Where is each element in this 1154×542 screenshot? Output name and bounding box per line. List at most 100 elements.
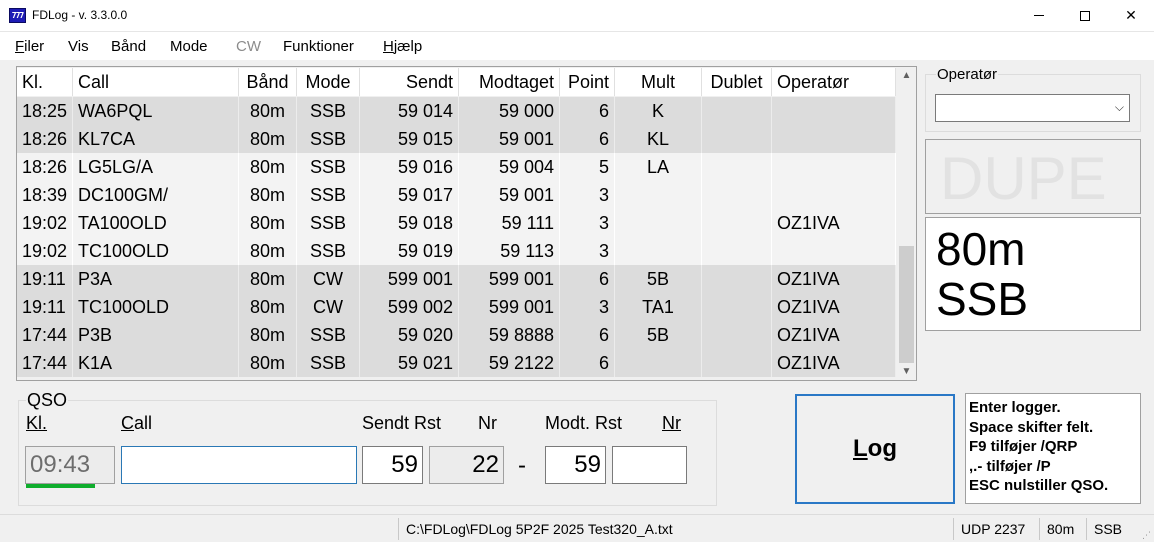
rcvd-nr-label: Nr <box>662 413 681 433</box>
table-cell-call: P3A <box>73 265 239 293</box>
table-cell-dub <box>702 349 772 377</box>
column-header-band[interactable]: Bånd <box>239 68 297 96</box>
table-cell-dub <box>702 97 772 125</box>
menu-bar: Filer Vis Bånd Mode CW Funktioner Hjælp <box>0 32 1154 60</box>
table-cell-kl: 18:39 <box>17 181 73 209</box>
rcvd-rst-input[interactable]: 59 <box>545 446 606 484</box>
status-band: 80m <box>1039 518 1086 540</box>
table-cell-modt: 59 001 <box>459 181 560 209</box>
table-row[interactable]: 18:26 LG5LG/A 80m SSB 59 016 59 004 5 LA <box>17 153 896 181</box>
table-cell-band: 80m <box>239 321 297 349</box>
table-cell-mode: SSB <box>297 209 360 237</box>
table-cell-mult: K <box>615 97 702 125</box>
table-cell-kl: 19:02 <box>17 237 73 265</box>
column-header-sendt[interactable]: Sendt <box>360 68 459 96</box>
call-input[interactable] <box>121 446 357 484</box>
sent-rst-input[interactable]: 59 <box>362 446 423 484</box>
window-title: FDLog - v. 3.3.0.0 <box>32 8 128 22</box>
table-cell-modt: 599 001 <box>459 293 560 321</box>
table-cell-sendt: 599 002 <box>360 293 459 321</box>
table-cell-mode: CW <box>297 293 360 321</box>
scroll-up-icon[interactable]: ▲ <box>897 67 916 84</box>
table-row[interactable]: 18:25 WA6PQL 80m SSB 59 014 59 000 6 K <box>17 97 896 125</box>
table-cell-kl: 17:44 <box>17 349 73 377</box>
table-cell-call: TC100OLD <box>73 293 239 321</box>
table-cell-mode: SSB <box>297 97 360 125</box>
table-cell-point: 5 <box>560 153 615 181</box>
time-field[interactable]: 09:43 <box>25 446 115 484</box>
table-cell-call: TC100OLD <box>73 237 239 265</box>
table-row[interactable]: 19:02 TC100OLD 80m SSB 59 019 59 113 3 <box>17 237 896 265</box>
table-cell-point: 6 <box>560 125 615 153</box>
band-mode-display: 80m SSB <box>925 217 1141 331</box>
column-header-modtaget[interactable]: Modtaget <box>459 68 560 96</box>
operator-select[interactable]: ⌵ <box>935 94 1130 122</box>
rst-separator: - <box>518 452 526 479</box>
resize-grip-icon[interactable]: ⋰ <box>1142 530 1152 540</box>
menu-vis[interactable]: Vis <box>68 38 89 55</box>
table-cell-op: OZ1IVA <box>772 209 896 237</box>
table-cell-mult: 5B <box>615 265 702 293</box>
scroll-down-icon[interactable]: ▼ <box>897 363 916 380</box>
menu-hjaelp[interactable]: Hjælp <box>383 38 422 55</box>
table-cell-op <box>772 181 896 209</box>
table-cell-call: KL7CA <box>73 125 239 153</box>
menu-cw[interactable]: CW <box>236 38 261 55</box>
column-header-point[interactable]: Point <box>560 68 615 96</box>
table-cell-band: 80m <box>239 209 297 237</box>
call-label: Call <box>121 413 153 433</box>
sent-nr-field[interactable]: 22 <box>429 446 504 484</box>
table-cell-point: 6 <box>560 349 615 377</box>
time-label: Kl. <box>26 413 48 433</box>
table-cell-band: 80m <box>239 181 297 209</box>
rcvd-nr-input[interactable] <box>612 446 687 484</box>
table-cell-kl: 17:44 <box>17 321 73 349</box>
menu-filer[interactable]: Filer <box>15 38 44 55</box>
table-cell-band: 80m <box>239 153 297 181</box>
column-header-mult[interactable]: Mult <box>615 68 702 96</box>
minimize-button[interactable] <box>1016 0 1062 31</box>
table-cell-kl: 19:11 <box>17 265 73 293</box>
maximize-button[interactable] <box>1062 0 1108 31</box>
menu-band[interactable]: Bånd <box>111 38 146 55</box>
qso-log-grid[interactable]: Kl. Call Bånd Mode Sendt Modtaget Point … <box>16 66 917 381</box>
table-cell-band: 80m <box>239 265 297 293</box>
table-row[interactable]: 18:39 DC100GM/80m SSB 59 017 59 001 3 <box>17 181 896 209</box>
table-cell-kl: 18:25 <box>17 97 73 125</box>
help-line: ESC nulstiller QSO. <box>969 477 1109 494</box>
table-cell-kl: 18:26 <box>17 125 73 153</box>
table-row[interactable]: 17:44 P3B 80m SSB 59 020 59 8888 6 5B OZ1IVA <box>17 321 896 349</box>
table-cell-call: K1A <box>73 349 239 377</box>
column-header-operator[interactable]: Operatør <box>772 68 896 96</box>
table-row[interactable]: 19:02 TA100OLD 80m SSB 59 018 59 111 3 OZ1IVA <box>17 209 896 237</box>
close-button[interactable]: ✕ <box>1108 0 1154 31</box>
title-bar[interactable]: 777 FDLog - v. 3.3.0.0 ✕ <box>0 0 1154 32</box>
table-cell-op: OZ1IVA <box>772 265 896 293</box>
table-row[interactable]: 19:11 TC100OLD 80m CW 599 002 599 001 3 TA1 OZ1I… <box>17 293 896 321</box>
log-button[interactable]: Log <box>795 394 955 504</box>
menu-funktioner[interactable]: Funktioner <box>283 38 354 55</box>
help-line: F9 tilføjer /QRP <box>969 438 1078 455</box>
table-cell-sendt: 59 017 <box>360 181 459 209</box>
table-cell-modt: 59 113 <box>459 237 560 265</box>
table-cell-mult: KL <box>615 125 702 153</box>
column-header-kl[interactable]: Kl. <box>17 68 73 96</box>
table-row[interactable]: 18:26 KL7CA 80m SSB 59 015 59 001 6 KL <box>17 125 896 153</box>
menu-mode[interactable]: Mode <box>170 38 208 55</box>
table-row[interactable]: 19:11 P3A 80m CW 599 001 599 001 6 5B OZ1IVA <box>17 265 896 293</box>
table-cell-mode: SSB <box>297 181 360 209</box>
column-header-mode[interactable]: Mode <box>297 68 360 96</box>
scroll-thumb[interactable] <box>899 245 914 363</box>
table-cell-op: OZ1IVA <box>772 293 896 321</box>
column-header-call[interactable]: Call <box>73 68 239 96</box>
table-row[interactable]: 17:44 K1A 80m SSB 59 021 59 2122 6 OZ1IVA <box>17 349 896 377</box>
close-icon: ✕ <box>1125 7 1137 23</box>
dupe-indicator: DUPE <box>925 139 1141 214</box>
grid-header: Kl. Call Bånd Mode Sendt Modtaget Point … <box>17 68 896 96</box>
table-cell-mult: 5B <box>615 321 702 349</box>
table-cell-modt: 59 111 <box>459 209 560 237</box>
log-vertical-scrollbar[interactable]: ▲ ▼ <box>897 67 916 380</box>
column-header-dublet[interactable]: Dublet <box>702 68 772 96</box>
table-cell-mult <box>615 209 702 237</box>
keyboard-help: Enter logger. Space skifter felt. F9 til… <box>965 393 1141 504</box>
